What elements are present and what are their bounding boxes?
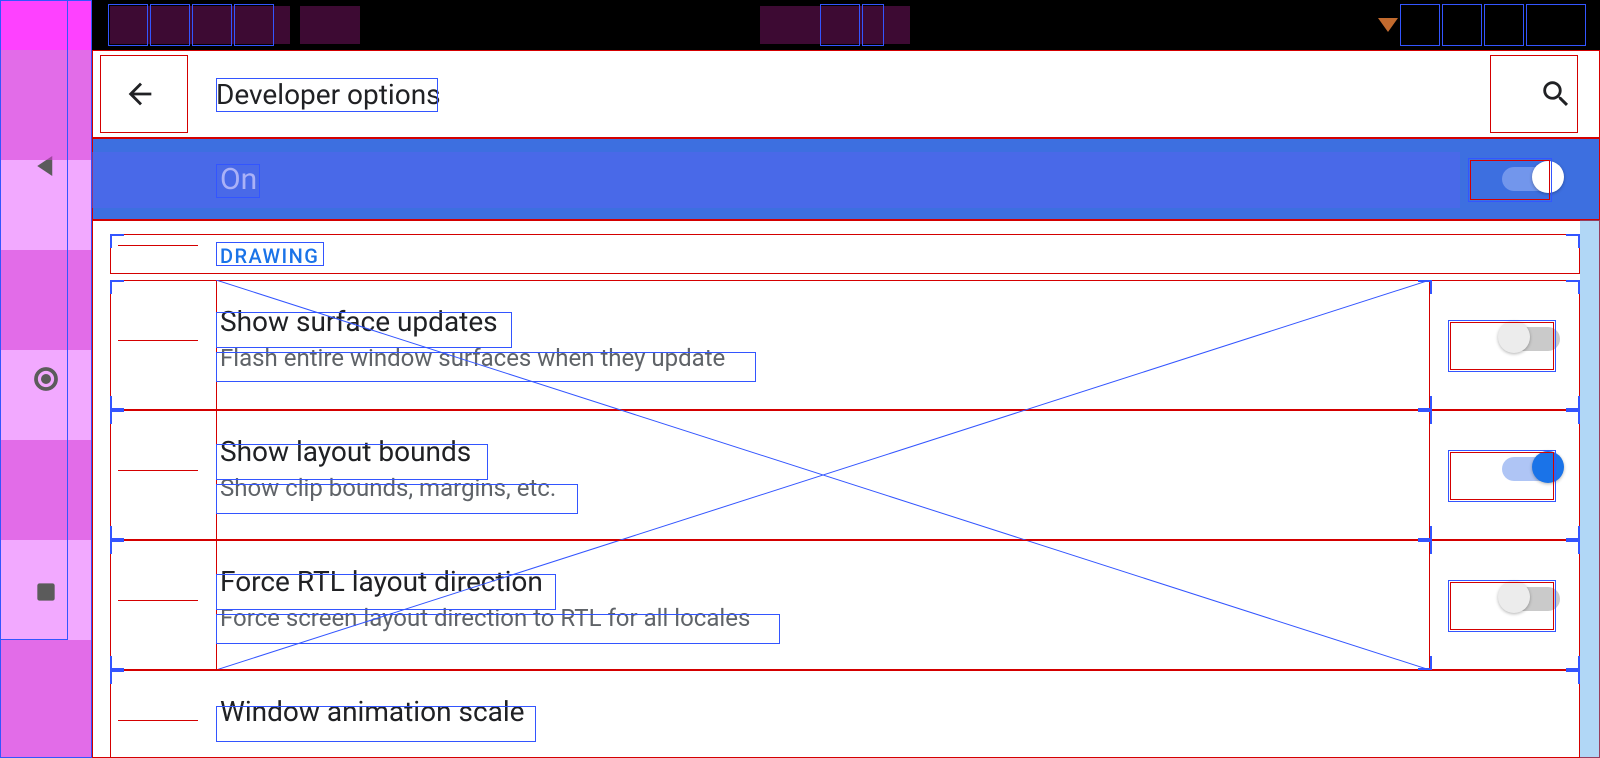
page-title: Developer options [188,78,1512,111]
back-button[interactable] [92,50,188,138]
switch-thumb [1532,161,1564,193]
switch-thumb [1498,321,1530,353]
setting-title: Window animation scale [220,694,1520,730]
setting-show-surface-updates[interactable]: Show surface updates Flash entire window… [92,274,1600,404]
nav-home-button[interactable] [26,359,66,399]
setting-switch[interactable] [1502,327,1560,351]
setting-summary: Show clip bounds, margins, etc. [220,472,1430,504]
developer-options-master-toggle[interactable]: On [92,138,1600,220]
setting-title: Force RTL layout direction [220,564,1430,600]
setting-summary: Force screen layout direction to RTL for… [220,602,1430,634]
system-navigation-bar [0,0,92,758]
nav-back-button[interactable] [26,146,66,186]
switch-thumb [1498,581,1530,613]
master-toggle-switch[interactable] [1502,167,1560,191]
setting-title: Show layout bounds [220,434,1430,470]
setting-show-layout-bounds[interactable]: Show layout bounds Show clip bounds, mar… [92,404,1600,534]
app-bar: Developer options [92,50,1600,138]
section-header-drawing: Drawing [92,220,1600,274]
master-toggle-label: On [220,162,1502,197]
search-icon [1539,77,1573,111]
status-bar [92,0,1600,50]
setting-switch[interactable] [1502,587,1560,611]
setting-switch[interactable] [1502,457,1560,481]
setting-force-rtl[interactable]: Force RTL layout direction Force screen … [92,534,1600,664]
arrow-left-icon [123,77,157,111]
settings-list[interactable]: Drawing Show surface updates Flash entir… [92,220,1600,758]
triangle-left-icon [31,151,61,181]
circle-icon [31,364,61,394]
switch-thumb [1532,451,1564,483]
setting-window-animation-scale[interactable]: Window animation scale [92,664,1600,734]
search-button[interactable] [1512,50,1600,138]
setting-summary: Flash entire window surfaces when they u… [220,342,1430,374]
setting-title: Show surface updates [220,304,1430,340]
square-icon [33,579,59,605]
nav-recents-button[interactable] [26,572,66,612]
